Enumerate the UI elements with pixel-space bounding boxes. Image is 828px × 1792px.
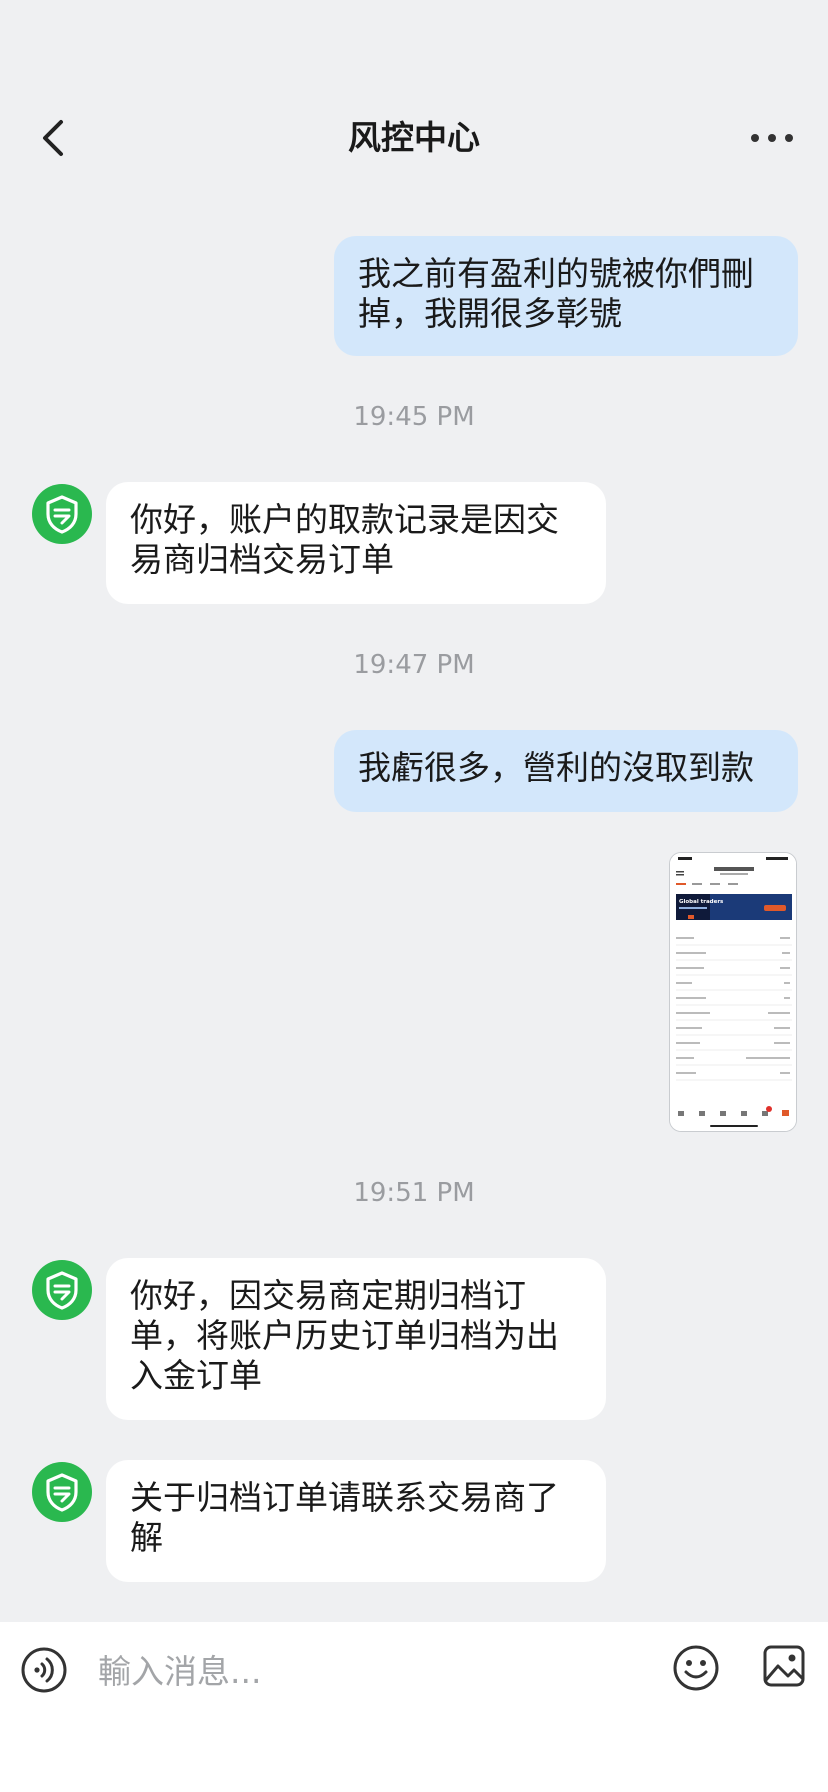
app-screenshot-thumbnail: Global traders <box>670 853 796 1131</box>
banner-title: Global traders <box>679 899 724 905</box>
voice-button[interactable] <box>20 1646 68 1694</box>
chat-header: 风控中心 <box>0 90 828 186</box>
message-incoming[interactable]: 你好，因交易商定期归档订单，将账户历史订单归档为出入金订单 <box>106 1258 606 1420</box>
message-input-bar <box>0 1622 828 1792</box>
message-timestamp: 19:45 PM <box>353 402 475 432</box>
message-image[interactable]: Global traders <box>669 852 797 1132</box>
message-timestamp: 19:51 PM <box>353 1178 475 1208</box>
avatar[interactable] <box>32 1260 92 1320</box>
emoji-button[interactable] <box>672 1644 720 1692</box>
shield-check-icon <box>46 495 78 534</box>
message-outgoing[interactable]: 我之前有盈利的號被你們刪掉，我開很多彰號 <box>334 236 798 356</box>
message-timestamp: 19:47 PM <box>353 650 475 680</box>
shield-check-icon <box>46 1473 78 1512</box>
more-horizontal-icon <box>751 134 793 142</box>
avatar[interactable] <box>32 484 92 544</box>
emoji-icon <box>673 1645 719 1691</box>
message-input[interactable] <box>96 1642 640 1700</box>
message-incoming[interactable]: 关于归档订单请联系交易商了解 <box>106 1460 606 1582</box>
message-incoming[interactable]: 你好，账户的取款记录是因交易商归档交易订单 <box>106 482 606 604</box>
shield-check-icon <box>46 1271 78 1310</box>
page-title: 风控中心 <box>348 118 480 157</box>
message-outgoing[interactable]: 我虧很多，營利的沒取到款 <box>334 730 798 812</box>
voice-icon <box>21 1647 67 1693</box>
chat-screen: 风控中心 我之前有盈利的號被你們刪掉，我開很多彰號 19:45 PM 你好，账户… <box>0 0 828 1792</box>
image-icon <box>763 1645 805 1687</box>
avatar[interactable] <box>32 1462 92 1522</box>
image-button[interactable] <box>762 1644 806 1688</box>
more-button[interactable] <box>744 112 800 164</box>
